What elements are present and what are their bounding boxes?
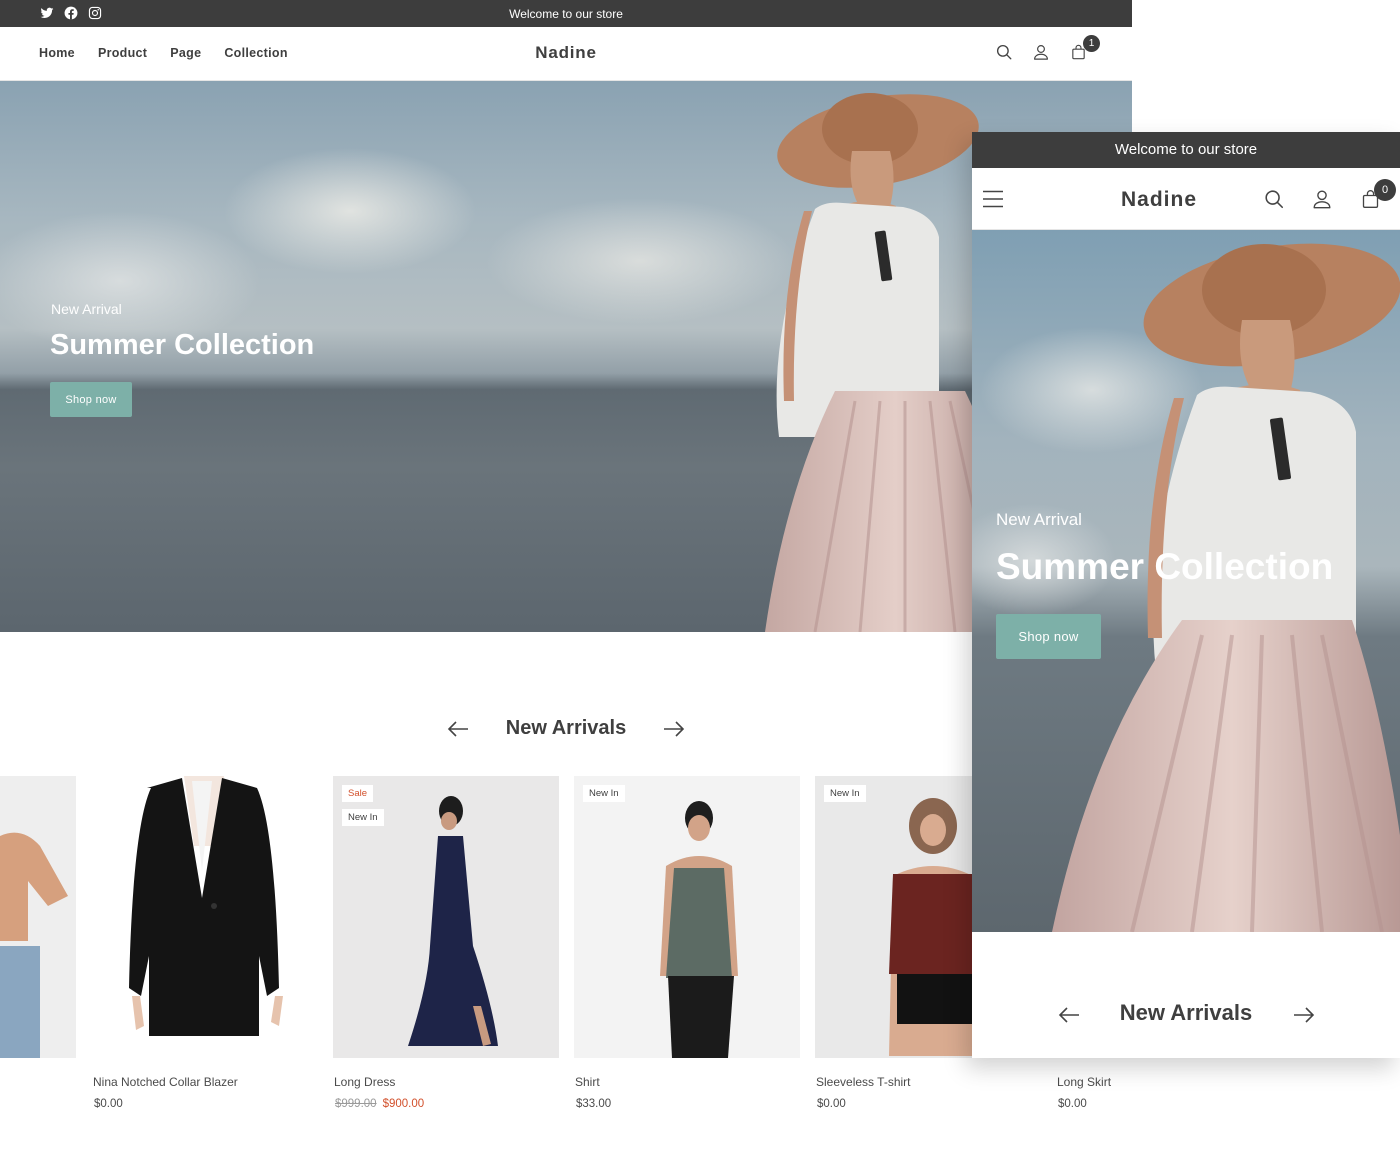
new-arrivals-header: New Arrivals (0, 712, 1132, 748)
hero-title: Summer Collection (996, 546, 1334, 587)
announcement-text: Welcome to our store (509, 7, 623, 21)
cart-count-badge: 0 (1374, 179, 1396, 201)
product-name[interactable]: Nina Notched Collar Blazer (93, 1075, 318, 1089)
shop-now-button[interactable]: Shop now (50, 382, 132, 417)
price-original: $999.00 (335, 1098, 377, 1110)
store-logo[interactable]: Nadine (0, 43, 1132, 63)
site-header: Home Product Page Collection Nadine 1 (0, 27, 1132, 81)
hero-banner: New Arrival Summer Collection Shop now (0, 81, 1132, 632)
product-card[interactable]: Nina Notched Collar Blazer $0.00 (92, 776, 318, 1110)
product-price: $0.00 (817, 1098, 1041, 1110)
account-icon[interactable] (1310, 187, 1334, 211)
product-card[interactable]: New In Shirt $33.00 (574, 776, 800, 1110)
section-title: New Arrivals (505, 717, 627, 739)
arrow-right-icon[interactable] (662, 719, 686, 739)
product-image[interactable] (92, 776, 318, 1058)
product-carousel: Nina Notched Collar Blazer $0.00 Sale Ne… (0, 776, 1132, 1136)
new-in-badge: New In (342, 809, 384, 826)
product-name[interactable]: Shirt (575, 1075, 800, 1089)
product-price: $33.00 (576, 1098, 800, 1110)
mobile-header-icons: 0 (1262, 179, 1396, 211)
product-name[interactable]: Long Dress (334, 1075, 559, 1089)
sale-badge: Sale (342, 785, 374, 802)
shop-now-button[interactable]: Shop now (996, 614, 1101, 659)
product-price: $0.00 (94, 1098, 318, 1110)
price-current: $0.00 (817, 1098, 846, 1110)
mobile-announcement-bar: Welcome to our store (972, 132, 1400, 168)
mobile-hero-banner: New Arrival Summer Collection Shop now (972, 230, 1400, 932)
product-image[interactable]: New In (574, 776, 800, 1058)
hero-title: Summer Collection (50, 329, 315, 361)
desktop-page: Welcome to our store Home Product Page C… (0, 0, 1132, 1160)
account-icon[interactable] (1031, 42, 1051, 62)
cart-button[interactable]: 0 (1358, 179, 1396, 211)
product-name[interactable]: Long Skirt (1057, 1075, 1132, 1089)
search-icon[interactable] (994, 42, 1014, 62)
mobile-preview: Welcome to our store Nadine 0 New Arriva… (972, 132, 1400, 1058)
new-in-badge: New In (824, 785, 866, 802)
product-image[interactable] (0, 776, 76, 1058)
product-image[interactable]: Sale New In (333, 776, 559, 1058)
mobile-new-arrivals-header: New Arrivals (972, 998, 1400, 1034)
badges: Sale New In (342, 785, 384, 826)
announcement-bar: Welcome to our store (0, 0, 1132, 27)
product-card[interactable] (0, 776, 76, 1058)
price-current: $33.00 (576, 1098, 612, 1110)
product-card[interactable]: Sale New In Long Dress $999.00 $900.00 (333, 776, 559, 1110)
header-icons: 1 (994, 35, 1100, 62)
price-sale: $900.00 (382, 1098, 425, 1110)
section-title: New Arrivals (1119, 1000, 1253, 1025)
arrow-right-icon[interactable] (1292, 1005, 1316, 1025)
hero-kicker: New Arrival (996, 510, 1082, 529)
price-current: $0.00 (1058, 1098, 1087, 1110)
product-name[interactable]: Sleeveless T-shirt (816, 1075, 1041, 1089)
cart-count-badge: 1 (1083, 35, 1100, 52)
product-price: $0.00 (1058, 1098, 1132, 1110)
hero-kicker: New Arrival (51, 301, 122, 317)
search-icon[interactable] (1262, 187, 1286, 211)
mobile-header: Nadine 0 (972, 168, 1400, 230)
price-current: $0.00 (94, 1098, 123, 1110)
badges: New In (824, 785, 866, 802)
new-in-badge: New In (583, 785, 625, 802)
badges: New In (583, 785, 625, 802)
cart-button[interactable]: 1 (1068, 35, 1100, 62)
product-price: $999.00 $900.00 (335, 1098, 559, 1110)
